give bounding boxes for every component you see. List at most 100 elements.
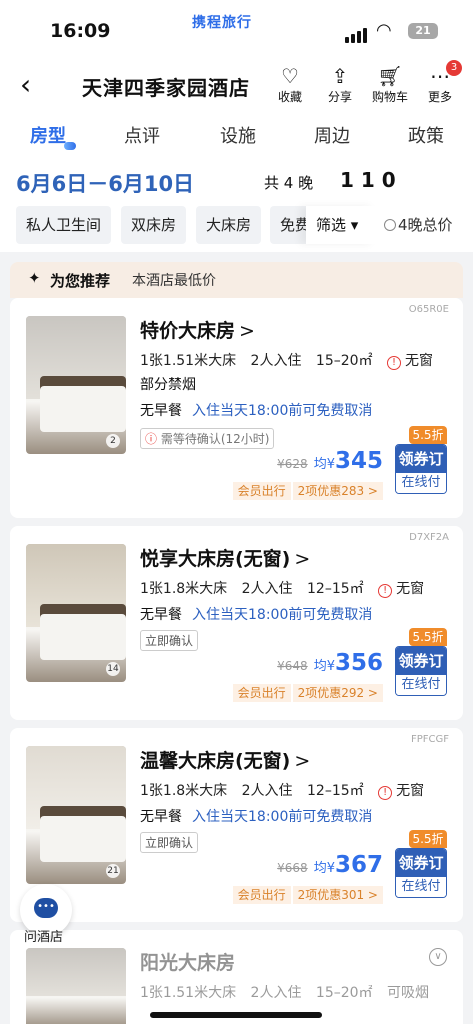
home-indicator: [150, 1012, 322, 1018]
bed-info: 1张1.8米大床: [140, 783, 228, 799]
warning-icon: ⓘ: [145, 432, 158, 446]
back-icon[interactable]: ‹: [20, 68, 31, 101]
room-name[interactable]: 悦享大床房(无窗) >: [140, 544, 310, 571]
window-text: 无窗: [396, 581, 425, 597]
ask-hotel-label: 问酒店: [24, 930, 64, 945]
room-photo[interactable]: 14: [26, 544, 126, 682]
price: 345: [334, 448, 383, 474]
total-label: 4晚总价: [398, 216, 453, 234]
favorite-label: 收藏: [277, 90, 302, 104]
total-price-toggle[interactable]: 4晚总价: [384, 206, 453, 244]
member-tag: 会员出行: [232, 482, 291, 500]
chevron-right-icon: >: [294, 750, 311, 772]
room-name[interactable]: 阳光大床房: [140, 948, 235, 975]
room-name-text: 悦享大床房(无窗): [140, 548, 291, 570]
discount-badge: 5.5折: [409, 426, 447, 444]
price: 367: [334, 852, 383, 878]
room-name[interactable]: 温馨大床房(无窗) >: [140, 746, 310, 773]
cart-label: 购物车: [371, 90, 408, 104]
occupancy-info: 2人入住: [250, 985, 302, 1001]
meal-text: 无早餐: [140, 403, 182, 419]
chevron-down-icon[interactable]: ∨: [429, 948, 447, 966]
share-button[interactable]: ⇪ 分享: [320, 64, 360, 105]
occupancy-info: 2人入住: [241, 783, 293, 799]
confirm-tag: 立即确认: [140, 832, 199, 853]
chevron-right-icon: >: [239, 320, 255, 342]
bed-info: 1张1.8米大床: [140, 581, 228, 597]
filter-chip-private-bathroom[interactable]: 私人卫生间: [16, 206, 112, 244]
pay-label: 在线付: [396, 473, 446, 493]
room-name[interactable]: 特价大床房 >: [140, 316, 255, 343]
nav-bar: ‹ 天津四季家园酒店 ♡ 收藏 ⇪ 分享 🛒︎ 购物车 ⋯ 更多 3: [0, 60, 473, 108]
cart-button[interactable]: 🛒︎ 购物车: [370, 64, 410, 105]
tab-policy[interactable]: 政策: [408, 122, 444, 148]
share-icon: ⇪: [331, 64, 349, 88]
occupancy-info: 2人入住: [250, 353, 302, 369]
promo-row[interactable]: 会员出行 2项优惠292 >: [232, 684, 383, 702]
room-card[interactable]: D7XF2A 14 悦享大床房(无窗) > 1张1.8米大床 2人入住 12–15…: [10, 526, 463, 720]
promo-tag[interactable]: 2项优惠292 >: [292, 684, 383, 702]
guest-selector[interactable]: 1 1 0: [340, 168, 396, 192]
occupancy-info: 2人入住: [241, 581, 293, 597]
smoking-info: 可吸烟: [387, 985, 430, 1001]
page-title: 天津四季家园酒店: [82, 76, 250, 100]
area-info: 12–15㎡: [307, 783, 364, 799]
heart-icon: ♡: [281, 64, 299, 88]
bed-info: 1张1.51米大床: [140, 353, 237, 369]
photo-count: 2: [106, 434, 120, 448]
original-price: ¥628: [277, 457, 308, 471]
promo-row[interactable]: 会员出行 2项优惠301 >: [232, 886, 383, 904]
meal-policy: 无早餐 入住当天18:00前可免费取消: [140, 604, 372, 624]
room-photo[interactable]: 2: [26, 316, 126, 454]
tab-reviews[interactable]: 点评: [124, 122, 160, 148]
header-panel: 16:09 携程旅行 ◠ 21 ‹ 天津四季家园酒店 ♡ 收藏 ⇪ 分享 🛒︎ …: [0, 0, 473, 252]
filter-button[interactable]: 筛选 ▾: [306, 206, 376, 244]
room-photo[interactable]: 21: [26, 746, 126, 884]
tab-nearby[interactable]: 周边: [314, 122, 350, 148]
notification-badge: 3: [446, 60, 462, 76]
room-card[interactable]: 阳光大床房 ∨ 1张1.51米大床 2人入住 15–20㎡ 可吸烟: [10, 930, 463, 1024]
tab-rooms[interactable]: 房型: [30, 122, 66, 148]
window-info: ! 无窗: [387, 353, 443, 370]
book-button[interactable]: 领券订 在线付: [395, 646, 447, 696]
clock: 16:09: [50, 20, 111, 42]
discount-badge: 5.5折: [409, 830, 447, 848]
share-label: 分享: [327, 90, 352, 104]
wifi-icon: ◠: [376, 20, 392, 41]
date-bar[interactable]: 6月6日－6月10日 共 4 晚 1 1 0: [0, 164, 473, 200]
area-info: 15–20㎡: [315, 353, 373, 369]
avg-label: 均¥: [313, 861, 335, 876]
room-code: FPFCGF: [410, 734, 449, 745]
date-range[interactable]: 6月6日－6月10日: [16, 168, 194, 198]
meal-policy: 无早餐 入住当天18:00前可免费取消: [140, 400, 372, 420]
radio-icon: [384, 219, 396, 231]
tab-indicator: [64, 142, 76, 150]
filter-chip-twin[interactable]: 双床房: [121, 206, 187, 244]
room-specs: 1张1.8米大床 2人入住 12–15㎡ ! 无窗: [140, 578, 444, 598]
pay-label: 在线付: [396, 877, 446, 897]
room-photo[interactable]: [26, 948, 126, 1024]
room-card[interactable]: O65R0E 2 特价大床房 > 1张1.51米大床 2人入住 15–20㎡ ! 无…: [10, 298, 463, 518]
room-name-text: 特价大床房: [140, 320, 236, 342]
tab-facilities[interactable]: 设施: [220, 122, 256, 148]
sparkle-icon: ✦: [28, 269, 41, 287]
book-button[interactable]: 领券订 在线付: [395, 444, 447, 494]
filter-label: 筛选: [316, 216, 347, 234]
signal-icon: [345, 24, 369, 43]
favorite-button[interactable]: ♡ 收藏: [270, 64, 310, 105]
meal-text: 无早餐: [140, 809, 182, 825]
room-specs: 1张1.51米大床 2人入住 15–20㎡ ! 无窗: [140, 350, 453, 370]
filter-chip-free[interactable]: 免费: [270, 206, 310, 244]
promo-tag[interactable]: 2项优惠301 >: [292, 886, 383, 904]
promo-tag[interactable]: 2项优惠283 >: [292, 482, 383, 500]
filter-chip-king[interactable]: 大床房: [196, 206, 262, 244]
book-button[interactable]: 领券订 在线付: [395, 848, 447, 898]
more-button[interactable]: ⋯ 更多 3: [420, 60, 462, 105]
room-name-text: 温馨大床房(无窗): [140, 750, 291, 772]
room-card[interactable]: FPFCGF 21 温馨大床房(无窗) > 1张1.8米大床 2人入住 12–15…: [10, 728, 463, 922]
pay-label: 在线付: [396, 675, 446, 695]
promo-row[interactable]: 会员出行 2项优惠283 >: [232, 482, 383, 500]
photo-count: 14: [106, 662, 120, 676]
room-code: D7XF2A: [409, 532, 449, 543]
smoking-info: 部分禁烟: [140, 377, 196, 393]
